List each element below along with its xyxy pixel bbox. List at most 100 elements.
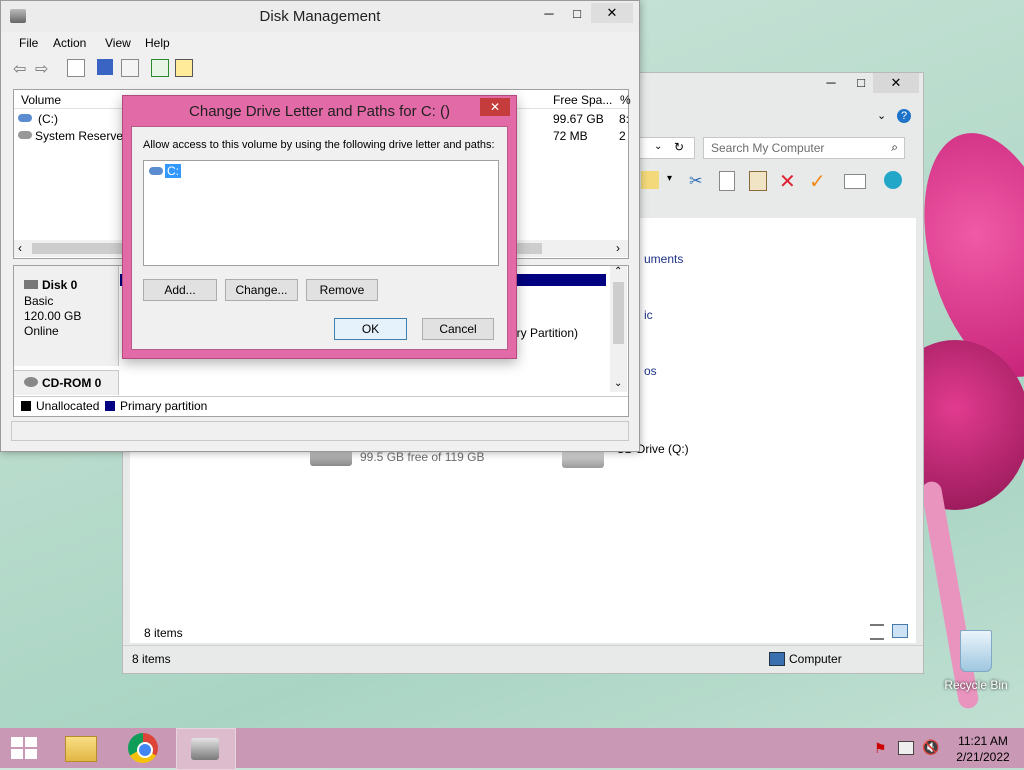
scroll-left-icon[interactable]: ‹ [18, 241, 22, 255]
vertical-scrollbar[interactable]: ⌃ ⌄ [610, 266, 627, 392]
email-icon[interactable] [844, 174, 866, 189]
section-fragment: ic [644, 308, 653, 322]
console-tree-icon[interactable] [67, 59, 85, 77]
volume-pct: 8: [619, 112, 630, 126]
change-drive-letter-dialog[interactable]: Change Drive Letter and Paths for C: () … [122, 95, 517, 359]
minimize-button[interactable]: ─ [817, 73, 845, 93]
volume-free: 99.67 GB [553, 112, 604, 126]
cdrom-icon [24, 377, 38, 387]
network-icon[interactable] [884, 171, 902, 189]
column-free-space[interactable]: Free Spa... [553, 93, 612, 107]
volume-icon [18, 114, 32, 122]
cut-icon[interactable]: ✂ [689, 171, 702, 191]
chrome-taskbar-button[interactable] [114, 728, 172, 768]
properties-icon[interactable] [175, 59, 193, 77]
status-bar: 8 items Computer [123, 645, 923, 672]
scroll-right-icon[interactable]: › [616, 241, 620, 255]
partition-label: ary Partition) [510, 326, 579, 340]
chrome-center-icon [137, 742, 153, 758]
status-item-count: 8 items [132, 652, 171, 666]
refresh-icon[interactable] [151, 59, 169, 77]
section-fragment: uments [644, 252, 684, 266]
chevron-down-icon[interactable]: ⌄ [877, 109, 886, 122]
close-button[interactable]: ✕ [591, 3, 633, 23]
menu-help[interactable]: Help [145, 36, 170, 50]
change-button[interactable]: Change... [225, 279, 298, 301]
details-view-icon[interactable] [870, 624, 884, 640]
disk0-size: 120.00 GB [24, 309, 82, 323]
folder-icon [65, 736, 97, 762]
maximize-button[interactable]: □ [847, 73, 875, 93]
clock-date[interactable]: 2/21/2022 [948, 750, 1018, 764]
volume-name: System Reserved [35, 129, 130, 143]
drive-icon [149, 167, 163, 175]
disk0-status: Online [24, 324, 59, 338]
dropdown-icon[interactable]: ⌄ [654, 141, 662, 152]
volume-free: 72 MB [553, 129, 588, 143]
list-item-label: C: [165, 164, 181, 178]
drive-free-space: 99.5 GB free of 119 GB [360, 450, 485, 464]
add-button[interactable]: Add... [143, 279, 217, 301]
menu-file[interactable]: File [19, 36, 38, 50]
file-explorer-taskbar-button[interactable] [52, 728, 110, 768]
disk0-label[interactable]: Disk 0 Basic 120.00 GB Online [14, 266, 119, 366]
status-computer-label: Computer [789, 652, 842, 666]
forward-arrow-icon[interactable]: ⇨ [35, 59, 51, 78]
column-volume[interactable]: Volume [21, 93, 61, 107]
action-center-flag-icon[interactable]: ⚑ [874, 740, 887, 757]
section-fragment: os [644, 364, 657, 378]
search-input[interactable]: Search My Computer ⌕ [703, 137, 905, 159]
properties-icon[interactable] [641, 171, 659, 189]
volume-pct: 2 [619, 129, 626, 143]
drive-paths-list[interactable]: C: [143, 160, 499, 266]
recycle-bin-shortcut[interactable]: Recycle Bin [940, 630, 1012, 700]
scrollbar-thumb[interactable] [613, 282, 624, 344]
volume-name: (C:) [38, 112, 58, 126]
back-arrow-icon[interactable]: ⇦ [13, 59, 29, 78]
toolbar: ▾ ✂ ✕ ✓ [639, 169, 919, 195]
menu-view[interactable]: View [105, 36, 131, 50]
help-icon[interactable]: ? [897, 109, 911, 123]
maximize-button[interactable]: □ [563, 4, 591, 24]
cdrom-label[interactable]: CD-ROM 0 [14, 370, 119, 395]
volume-icon [18, 131, 32, 139]
delete-icon[interactable]: ✕ [779, 169, 796, 194]
search-placeholder: Search My Computer [711, 141, 825, 155]
help-book-icon[interactable] [97, 59, 113, 75]
address-bar-end[interactable]: ⌄ ↻ [633, 137, 695, 159]
scroll-up-icon[interactable]: ⌃ [614, 266, 622, 277]
computer-icon [769, 652, 785, 666]
disk-management-taskbar-button[interactable] [176, 728, 236, 770]
large-icons-view-icon[interactable] [892, 624, 908, 638]
legend-primary: Primary partition [120, 399, 208, 413]
scroll-down-icon[interactable]: ⌄ [614, 378, 622, 389]
item-count: 8 items [144, 626, 183, 640]
legend: Unallocated Primary partition [14, 396, 628, 415]
close-button[interactable]: ✕ [873, 73, 919, 93]
dialog-close-button[interactable]: ✕ [480, 98, 510, 116]
remove-button[interactable]: Remove [306, 279, 378, 301]
ok-button[interactable]: OK [334, 318, 407, 340]
column-pct[interactable]: % [620, 93, 631, 107]
cdrom-name: CD-ROM 0 [42, 376, 102, 390]
cd-drive-icon [562, 450, 604, 468]
dialog-body: Allow access to this volume by using the… [131, 126, 508, 350]
minimize-button[interactable]: ─ [535, 4, 563, 24]
dialog-description: Allow access to this volume by using the… [143, 139, 495, 151]
cancel-button[interactable]: Cancel [422, 318, 494, 340]
paste-icon[interactable] [749, 171, 767, 191]
network-icon[interactable] [898, 741, 914, 755]
rename-icon[interactable]: ✓ [809, 169, 826, 194]
recycle-bin-icon [960, 630, 992, 672]
copy-icon[interactable] [719, 171, 735, 191]
show-hide-icon[interactable] [121, 59, 139, 77]
dropdown-icon[interactable]: ▾ [667, 173, 672, 184]
dialog-title: Change Drive Letter and Paths for C: () [189, 103, 450, 120]
start-button[interactable] [0, 728, 58, 768]
disk0-type: Basic [24, 294, 54, 308]
clock-time[interactable]: 11:21 AM [948, 734, 1018, 748]
title-bar[interactable]: Disk Management ─ □ ✕ [1, 1, 639, 32]
refresh-icon[interactable]: ↻ [674, 140, 684, 154]
menu-action[interactable]: Action [53, 36, 86, 50]
volume-muted-icon[interactable]: 🔇 [922, 739, 939, 756]
